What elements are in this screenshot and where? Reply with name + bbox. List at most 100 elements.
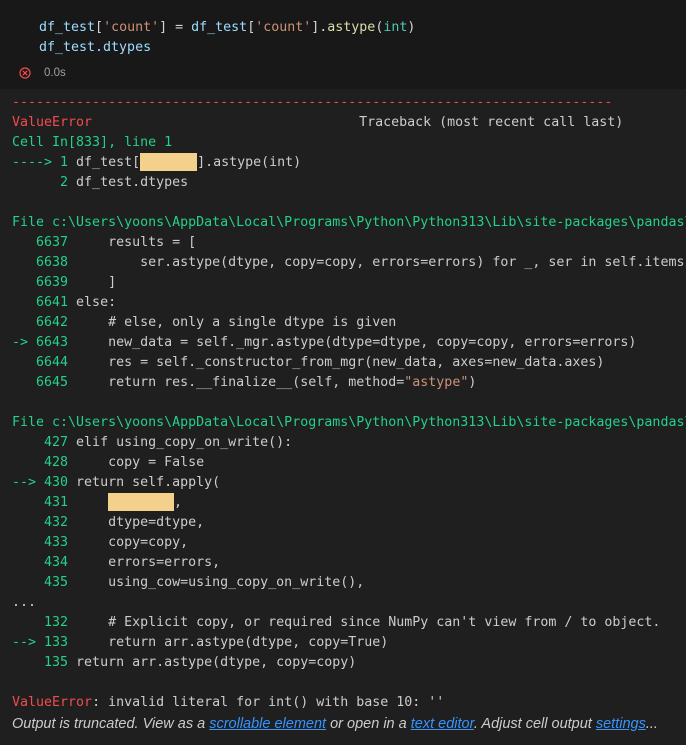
cell-output: ----------------------------------------… [12,93,686,713]
code-text: ].astype(int) [197,155,302,170]
error-circle-x-icon [18,66,32,80]
code-token: ] = [159,20,192,35]
code-token: [ [247,20,256,35]
code-text: copy = False [76,455,205,470]
traceback-line: 433 copy=copy, [12,533,686,553]
line-number: 434 [12,555,77,570]
traceback-header-text: Traceback (most recent call last) [359,115,624,130]
traceback-line: 6637 results = [ [12,233,686,253]
traceback-line: 6644 res = self._constructor_from_mgr(ne… [12,353,686,373]
traceback-line: 435 using_cow=using_copy_on_write(), [12,573,686,593]
code-token: df_test [39,20,96,35]
code-line-1[interactable]: df_test['count'] = df_test['count'].asty… [39,18,415,38]
code-text: # else, only a single dtype is given [76,315,397,330]
settings-link[interactable]: settings [596,716,646,732]
traceback-line: 427 elif using_copy_on_write(): [12,433,686,453]
traceback-line: -> 6643 new_data = self._mgr.astype(dtyp… [12,333,686,353]
notice-text: Output is truncated. View as a [12,716,210,732]
traceback-line: 6645 return res.__finalize__(self, metho… [12,373,686,393]
code-text: return res.__finalize__(self, method= [76,375,405,390]
code-text: return arr.astype(dtype, copy=copy) [76,655,357,670]
traceback-line: ----> 1 df_test[].astype(int) [12,153,686,173]
file-path-link[interactable]: File c:\Users\yoons\AppData\Local\Progra… [12,213,686,233]
code-text: return self.apply( [76,475,221,490]
code-line-2[interactable]: df_test.dtypes [39,38,151,58]
line-number: 431 [12,495,77,510]
code-text: , [174,495,183,510]
cell-reference: Cell In[833], line 1 [12,135,173,150]
line-number: --> 430 [12,475,77,490]
line-number: 6637 [12,235,77,250]
line-number: 2 [12,175,77,190]
line-number: 132 [12,615,77,630]
traceback-line: 6639 ] [12,273,686,293]
line-number: 135 [12,655,77,670]
traceback-line: --> 133 return arr.astype(dtype, copy=Tr… [12,633,686,653]
code-text: return arr.astype(dtype, copy=True) [76,635,389,650]
traceback-line: 431 , [12,493,686,513]
line-number: 427 [12,435,77,450]
code-text: elif using_copy_on_write(): [76,435,293,450]
line-number: 6641 [12,295,77,310]
traceback-line: 6642 # else, only a single dtype is give… [12,313,686,333]
line-number: 6639 [12,275,77,290]
file-path-link[interactable]: File c:\Users\yoons\AppData\Local\Progra… [12,413,686,433]
highlight-mark [108,493,175,511]
traceback-line: 132 # Explicit copy, or required since N… [12,613,686,633]
code-token: 'count' [103,20,160,35]
line-number: 428 [12,455,77,470]
cell-input-area[interactable]: df_test['count'] = df_test['count'].asty… [0,0,686,89]
code-token: int [383,20,408,35]
cell-status: 0.0s [18,64,66,82]
code-token: [ [95,20,104,35]
traceback-divider: ----------------------------------------… [12,95,613,110]
code-text: # Explicit copy, or required since NumPy… [76,615,661,630]
ellipsis: ... [12,595,37,610]
line-number: 432 [12,515,77,530]
code-string: "astype" [404,375,469,390]
output-truncated-notice: Output is truncated. View as a scrollabl… [12,716,658,732]
error-message: : invalid literal for int() with base 10… [92,695,445,710]
code-text: res = self._constructor_from_mgr(new_dat… [76,355,605,370]
line-number: -> 6643 [12,335,77,350]
code-token: ]. [311,20,328,35]
code-text: ser.astype(dtype, copy=copy, errors=erro… [76,255,686,270]
line-arrow: ----> 1 [12,155,77,170]
notice-text: ... [645,716,658,732]
code-text: results = [ [76,235,197,250]
code-token: astype [327,20,376,35]
code-text: ] [76,275,117,290]
line-number: 6645 [12,375,77,390]
line-number: 435 [12,575,77,590]
notice-text: . Adjust cell output [473,716,596,732]
code-text: using_cow=using_copy_on_write(), [76,575,365,590]
code-text: ) [468,375,477,390]
code-text: copy=copy, [76,535,189,550]
line-number: --> 133 [12,635,77,650]
traceback-line: 432 dtype=dtype, [12,513,686,533]
code-text: else: [76,295,117,310]
traceback-line: 428 copy = False [12,453,686,473]
line-number: 433 [12,535,77,550]
notice-text: or open in a [326,716,411,732]
error-name: ValueError [12,115,93,130]
traceback-line: 6638 ser.astype(dtype, copy=copy, errors… [12,253,686,273]
line-number: 6642 [12,315,77,330]
traceback-line: 6641 else: [12,293,686,313]
scrollable-element-link[interactable]: scrollable element [209,716,326,732]
execution-time: 0.0s [44,67,66,79]
text-editor-link[interactable]: text editor [411,716,474,732]
line-number: 6644 [12,355,77,370]
code-text: new_data = self._mgr.astype(dtype=dtype,… [76,335,637,350]
code-token: ) [407,20,416,35]
error-name: ValueError [12,695,93,710]
code-text: df_test.dtypes [76,175,189,190]
code-token: df_test [191,20,248,35]
traceback-header: ValueError Traceback (most recent call la… [12,113,686,133]
code-text: dtype=dtype, [76,515,205,530]
traceback-line: 135 return arr.astype(dtype, copy=copy) [12,653,686,673]
traceback-line: 434 errors=errors, [12,553,686,573]
line-number: 6638 [12,255,77,270]
